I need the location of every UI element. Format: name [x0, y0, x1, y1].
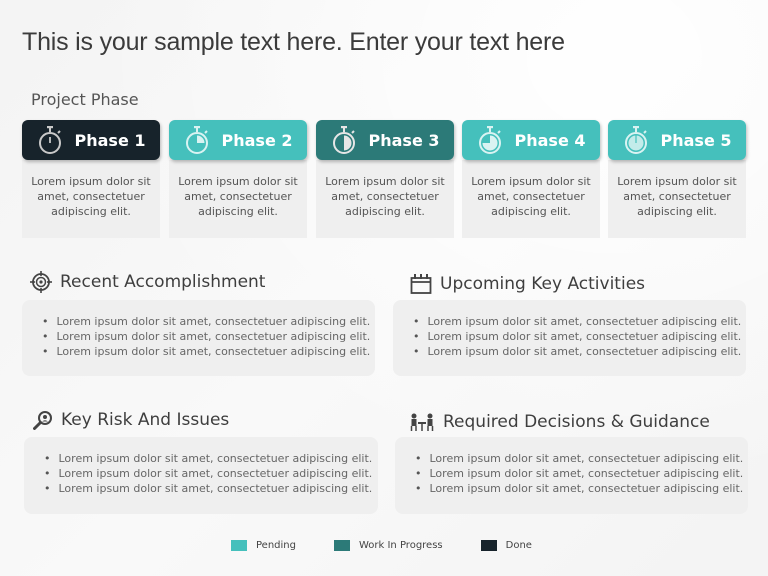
meeting-icon [410, 413, 434, 431]
bullet-list: Lorem ipsum dolor sit amet, consectetuer… [44, 451, 378, 496]
phase-header[interactable]: Phase 1 [22, 120, 160, 160]
legend-label: Pending [256, 540, 296, 551]
legend-swatch [480, 540, 497, 551]
list-item: Lorem ipsum dolor sit amet, consectetuer… [42, 329, 375, 344]
calendar-icon [410, 274, 432, 294]
list-item: Lorem ipsum dolor sit amet, consectetuer… [44, 451, 378, 466]
slide-title: This is your sample text here. Enter you… [22, 28, 565, 56]
phase-card-2: Phase 2 Lorem ipsum dolor sit amet, cons… [169, 120, 307, 238]
magnifier-icon [33, 411, 52, 430]
legend-label: Work In Progress [358, 540, 443, 551]
phase-header[interactable]: Phase 4 [462, 120, 600, 160]
bullet-list: Lorem ipsum dolor sit amet, consectetuer… [413, 314, 746, 359]
phase-card-4: Phase 4 Lorem ipsum dolor sit amet, cons… [462, 120, 600, 238]
target-icon [30, 271, 52, 293]
stopwatch-quarter-icon [185, 126, 208, 154]
list-item: Lorem ipsum dolor sit amet, consectetuer… [413, 344, 746, 359]
phase-description: Lorem ipsum dolor sit amet, consectetuer… [316, 160, 454, 238]
phase-label: Phase 1 [74, 130, 146, 150]
list-item: Lorem ipsum dolor sit amet, consectetuer… [44, 466, 378, 481]
status-legend: Pending Work In Progress Done [231, 540, 570, 551]
legend-label: Done [505, 540, 532, 551]
stopwatch-three-quarter-icon [478, 126, 501, 154]
legend-item-work-in-progress: Work In Progress [333, 540, 443, 551]
list-item: Lorem ipsum dolor sit amet, consectetuer… [44, 481, 378, 496]
phase-card-3: Phase 3 Lorem ipsum dolor sit amet, cons… [316, 120, 454, 238]
stopwatch-empty-icon [38, 126, 61, 154]
phase-card-5: Phase 5 Lorem ipsum dolor sit amet, cons… [608, 120, 746, 238]
legend-item-pending: Pending [231, 540, 296, 551]
phase-description: Lorem ipsum dolor sit amet, consectetuer… [169, 160, 307, 238]
section-title: Required Decisions & Guidance [443, 412, 710, 432]
phase-description: Lorem ipsum dolor sit amet, consectetuer… [608, 160, 746, 238]
section-title: Upcoming Key Activities [440, 274, 646, 294]
recent-accomplishment-heading: Recent Accomplishment [30, 271, 265, 293]
section-title: Recent Accomplishment [60, 272, 266, 292]
list-item: Lorem ipsum dolor sit amet, consectetuer… [415, 451, 748, 466]
key-risks-card: Lorem ipsum dolor sit amet, consectetuer… [24, 437, 378, 514]
phase-label: Phase 2 [221, 130, 293, 150]
phase-header[interactable]: Phase 3 [316, 120, 454, 160]
phase-header[interactable]: Phase 2 [169, 120, 307, 160]
phase-label: Phase 5 [660, 130, 732, 150]
upcoming-activities-card: Lorem ipsum dolor sit amet, consectetuer… [393, 300, 746, 376]
upcoming-activities-heading: Upcoming Key Activities [410, 273, 645, 295]
legend-swatch [231, 540, 247, 551]
list-item: Lorem ipsum dolor sit amet, consectetuer… [413, 314, 746, 329]
required-decisions-heading: Required Decisions & Guidance [409, 412, 710, 432]
legend-swatch [333, 540, 350, 551]
phase-card-1: Phase 1 Lorem ipsum dolor sit amet, cons… [22, 120, 160, 238]
bullet-list: Lorem ipsum dolor sit amet, consectetuer… [415, 451, 748, 496]
phase-label: Phase 3 [368, 130, 440, 150]
stopwatch-half-icon [332, 126, 355, 154]
stopwatch-full-icon [624, 126, 647, 154]
list-item: Lorem ipsum dolor sit amet, consectetuer… [415, 466, 748, 481]
list-item: Lorem ipsum dolor sit amet, consectetuer… [415, 481, 748, 496]
bullet-list: Lorem ipsum dolor sit amet, consectetuer… [42, 314, 375, 359]
list-item: Lorem ipsum dolor sit amet, consectetuer… [42, 344, 375, 359]
required-decisions-card: Lorem ipsum dolor sit amet, consectetuer… [395, 437, 748, 514]
list-item: Lorem ipsum dolor sit amet, consectetuer… [413, 329, 746, 344]
section-title: Key Risk And Issues [61, 410, 230, 430]
phase-description: Lorem ipsum dolor sit amet, consectetuer… [462, 160, 600, 238]
phase-header[interactable]: Phase 5 [608, 120, 746, 160]
phase-description: Lorem ipsum dolor sit amet, consectetuer… [22, 160, 160, 238]
phase-label: Phase 4 [514, 130, 586, 150]
recent-accomplishment-card: Lorem ipsum dolor sit amet, consectetuer… [22, 300, 375, 376]
list-item: Lorem ipsum dolor sit amet, consectetuer… [42, 314, 375, 329]
legend-item-done: Done [480, 540, 532, 551]
project-phase-label: Project Phase [31, 90, 139, 109]
key-risks-heading: Key Risk And Issues [33, 410, 229, 430]
